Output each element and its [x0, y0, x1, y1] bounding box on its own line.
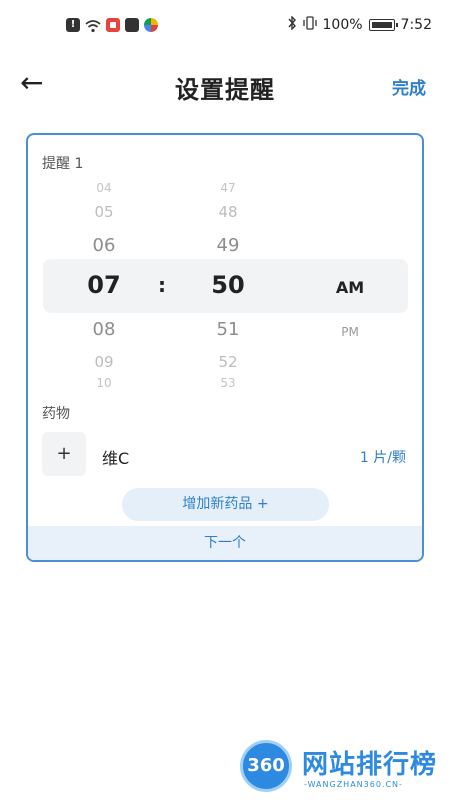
alert-icon: ! — [66, 18, 80, 32]
minute-option[interactable]: 49 — [188, 235, 268, 256]
minute-option[interactable]: 51 — [188, 319, 268, 340]
battery-percent: 100% — [322, 17, 363, 33]
reminder-card: 提醒 1 04 05 06 07 08 09 10 : 47 48 49 50 … — [26, 133, 424, 562]
battery-icon — [368, 19, 398, 31]
color-app-icon — [144, 18, 158, 32]
hour-option[interactable]: 09 — [64, 353, 144, 371]
status-right: 100% 7:52 — [287, 15, 432, 34]
mail-icon — [125, 18, 139, 32]
hour-option[interactable]: 04 — [64, 181, 144, 195]
ampm-wheel[interactable]: AM PM — [310, 175, 390, 390]
minute-selected[interactable]: 50 — [188, 271, 268, 299]
minute-wheel[interactable]: 47 48 49 50 51 52 53 — [188, 175, 268, 390]
reminder-label: 提醒 1 — [42, 156, 84, 172]
hour-selected[interactable]: 07 — [64, 271, 144, 299]
header: ← 设置提醒 完成 — [0, 60, 450, 110]
pm-option[interactable]: PM — [310, 325, 390, 339]
add-new-medicine-button[interactable]: 增加新药品 + — [122, 488, 329, 521]
wifi-icon — [85, 18, 101, 33]
status-bar: ! 100% 7:52 — [0, 0, 450, 52]
am-option[interactable]: AM — [310, 278, 390, 297]
minute-option[interactable]: 52 — [188, 353, 268, 371]
medicine-label: 药物 — [42, 406, 70, 422]
bluetooth-icon — [287, 15, 297, 34]
red-app-icon — [106, 18, 120, 32]
watermark-text: 网站排行榜 — [302, 750, 438, 780]
minute-option[interactable]: 47 — [188, 181, 268, 195]
add-medicine-plus-button[interactable]: + — [42, 432, 86, 476]
hour-wheel[interactable]: 04 05 06 07 08 09 10 — [64, 175, 144, 390]
medicine-name[interactable]: 维C — [102, 445, 129, 469]
watermark-subtext: -WANGZHAN360.CN- — [304, 780, 403, 789]
clock: 7:52 — [400, 17, 432, 33]
time-picker: 04 05 06 07 08 09 10 : 47 48 49 50 51 52… — [28, 175, 422, 390]
watermark-badge: 360 — [240, 740, 292, 792]
hour-option[interactable]: 06 — [64, 235, 144, 256]
hour-option[interactable]: 08 — [64, 319, 144, 340]
watermark-logo: 360 网站排行榜 -WANGZHAN360.CN- — [238, 738, 448, 798]
page-title: 设置提醒 — [175, 76, 275, 104]
minute-option[interactable]: 48 — [188, 203, 268, 221]
time-colon: : — [158, 273, 166, 297]
vibrate-icon — [302, 16, 317, 34]
done-button[interactable]: 完成 — [392, 74, 426, 99]
hour-option[interactable]: 10 — [64, 376, 144, 390]
hour-option[interactable]: 05 — [64, 203, 144, 221]
status-left-icons: ! — [66, 18, 158, 33]
minute-option[interactable]: 53 — [188, 376, 268, 390]
next-button[interactable]: 下一个 — [28, 526, 422, 560]
medicine-dose[interactable]: 1 片/颗 — [360, 447, 406, 467]
